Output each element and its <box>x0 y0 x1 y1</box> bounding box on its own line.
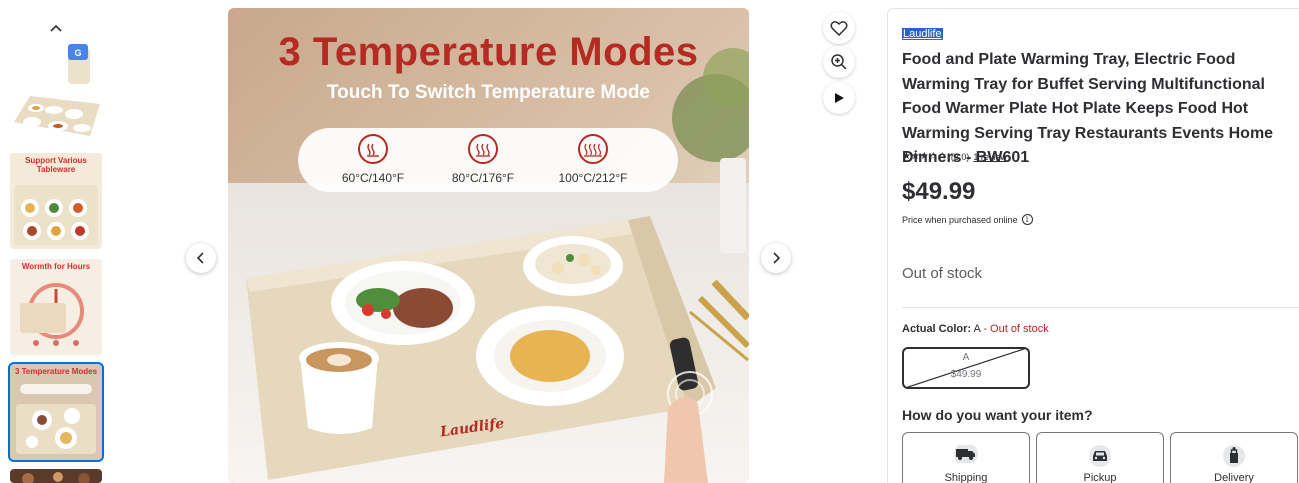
color-status: - Out of stock <box>983 323 1049 335</box>
thumbnail-caption: Support Various Tableware <box>25 156 87 174</box>
temperature-mode-1: 60°C/140°F <box>318 134 428 185</box>
stock-status: Out of stock <box>902 265 983 282</box>
svg-text:G: G <box>74 48 81 58</box>
price-note: Price when purchased online <box>902 214 1018 225</box>
delivery-label: Delivery <box>1214 472 1254 483</box>
previous-image-button[interactable] <box>186 243 216 273</box>
price-note-row: Price when purchased online i <box>902 214 1033 225</box>
fulfillment-question: How do you want your item? <box>902 407 1093 423</box>
temperature-mode-label: 60°C/140°F <box>341 171 405 185</box>
temperature-mode-3: 100°C/212°F <box>538 134 648 185</box>
thumbnail-4[interactable]: 3 Temperature Modes <box>8 362 104 462</box>
thumbnail-1[interactable]: G <box>10 44 102 144</box>
shipping-option[interactable]: Shipping <box>902 432 1030 483</box>
rating-row: ★★★☆☆ (3.0) 1 review <box>902 151 1007 162</box>
price: $49.99 <box>902 178 976 205</box>
review-link[interactable]: 1 review <box>973 152 1007 162</box>
image-subheadline: Touch To Switch Temperature Mode <box>326 82 651 103</box>
delivery-bag-icon <box>1223 445 1245 467</box>
shipping-label: Shipping <box>944 472 988 483</box>
thumbnail-3[interactable]: Wormth for Hours <box>10 259 102 355</box>
image-headline: 3 Temperature Modes <box>278 30 699 74</box>
brand-link[interactable]: Laudlife <box>902 28 943 40</box>
zoom-in-icon <box>831 54 847 70</box>
swatch-price: $49.99 <box>950 369 982 380</box>
play-icon <box>835 93 844 103</box>
info-icon[interactable]: i <box>1021 214 1033 225</box>
next-image-button[interactable] <box>761 243 791 273</box>
heart-icon <box>830 21 848 36</box>
thumbnail-caption: Wormth for Hours <box>21 262 91 271</box>
pickup-option[interactable]: Pickup <box>1036 432 1164 483</box>
truck-icon <box>954 445 978 463</box>
thumbnail-5[interactable] <box>10 469 102 483</box>
color-value: A <box>973 323 981 335</box>
color-selection-label: Actual Color: A - Out of stock <box>902 323 1049 335</box>
favorite-button[interactable] <box>823 12 855 44</box>
delivery-option[interactable]: Delivery <box>1170 432 1298 483</box>
temperature-mode-label: 100°C/212°F <box>558 171 628 185</box>
temperature-mode-2: 80°C/176°F <box>428 134 538 185</box>
swatch-name: A <box>962 352 970 363</box>
thumbnail-2[interactable]: Support Various Tableware <box>10 153 102 249</box>
thumbnail-caption: 3 Temperature Modes <box>14 367 98 376</box>
product-info-panel: Laudlife Food and Plate Warming Tray, El… <box>887 8 1299 483</box>
chevron-up-icon[interactable] <box>46 18 66 38</box>
rating-stars: ★★★☆☆ <box>902 151 947 162</box>
zoom-button[interactable] <box>823 46 855 78</box>
heat-wave-icon <box>578 134 608 164</box>
main-product-image[interactable]: 3 Temperature Modes Touch To Switch Temp… <box>228 8 749 483</box>
chevron-left-icon <box>196 252 204 264</box>
color-label: Actual Color: <box>902 323 972 335</box>
car-icon <box>1089 445 1111 467</box>
temperature-mode-label: 80°C/176°F <box>451 171 515 185</box>
thumbnail-rail: G Support Various Tableware Wormth for H… <box>0 0 112 483</box>
divider <box>902 307 1299 308</box>
color-swatch-a[interactable]: A $49.99 <box>902 347 1030 389</box>
temperature-modes-card: 60°C/140°F 80°C/176°F 100°C/212°F <box>298 128 678 192</box>
heat-wave-icon <box>358 134 388 164</box>
chevron-right-icon <box>773 252 781 264</box>
heat-wave-icon <box>468 134 498 164</box>
rating-value: (3.0) <box>950 151 970 162</box>
play-video-button[interactable] <box>823 82 855 114</box>
pickup-label: Pickup <box>1083 472 1117 483</box>
